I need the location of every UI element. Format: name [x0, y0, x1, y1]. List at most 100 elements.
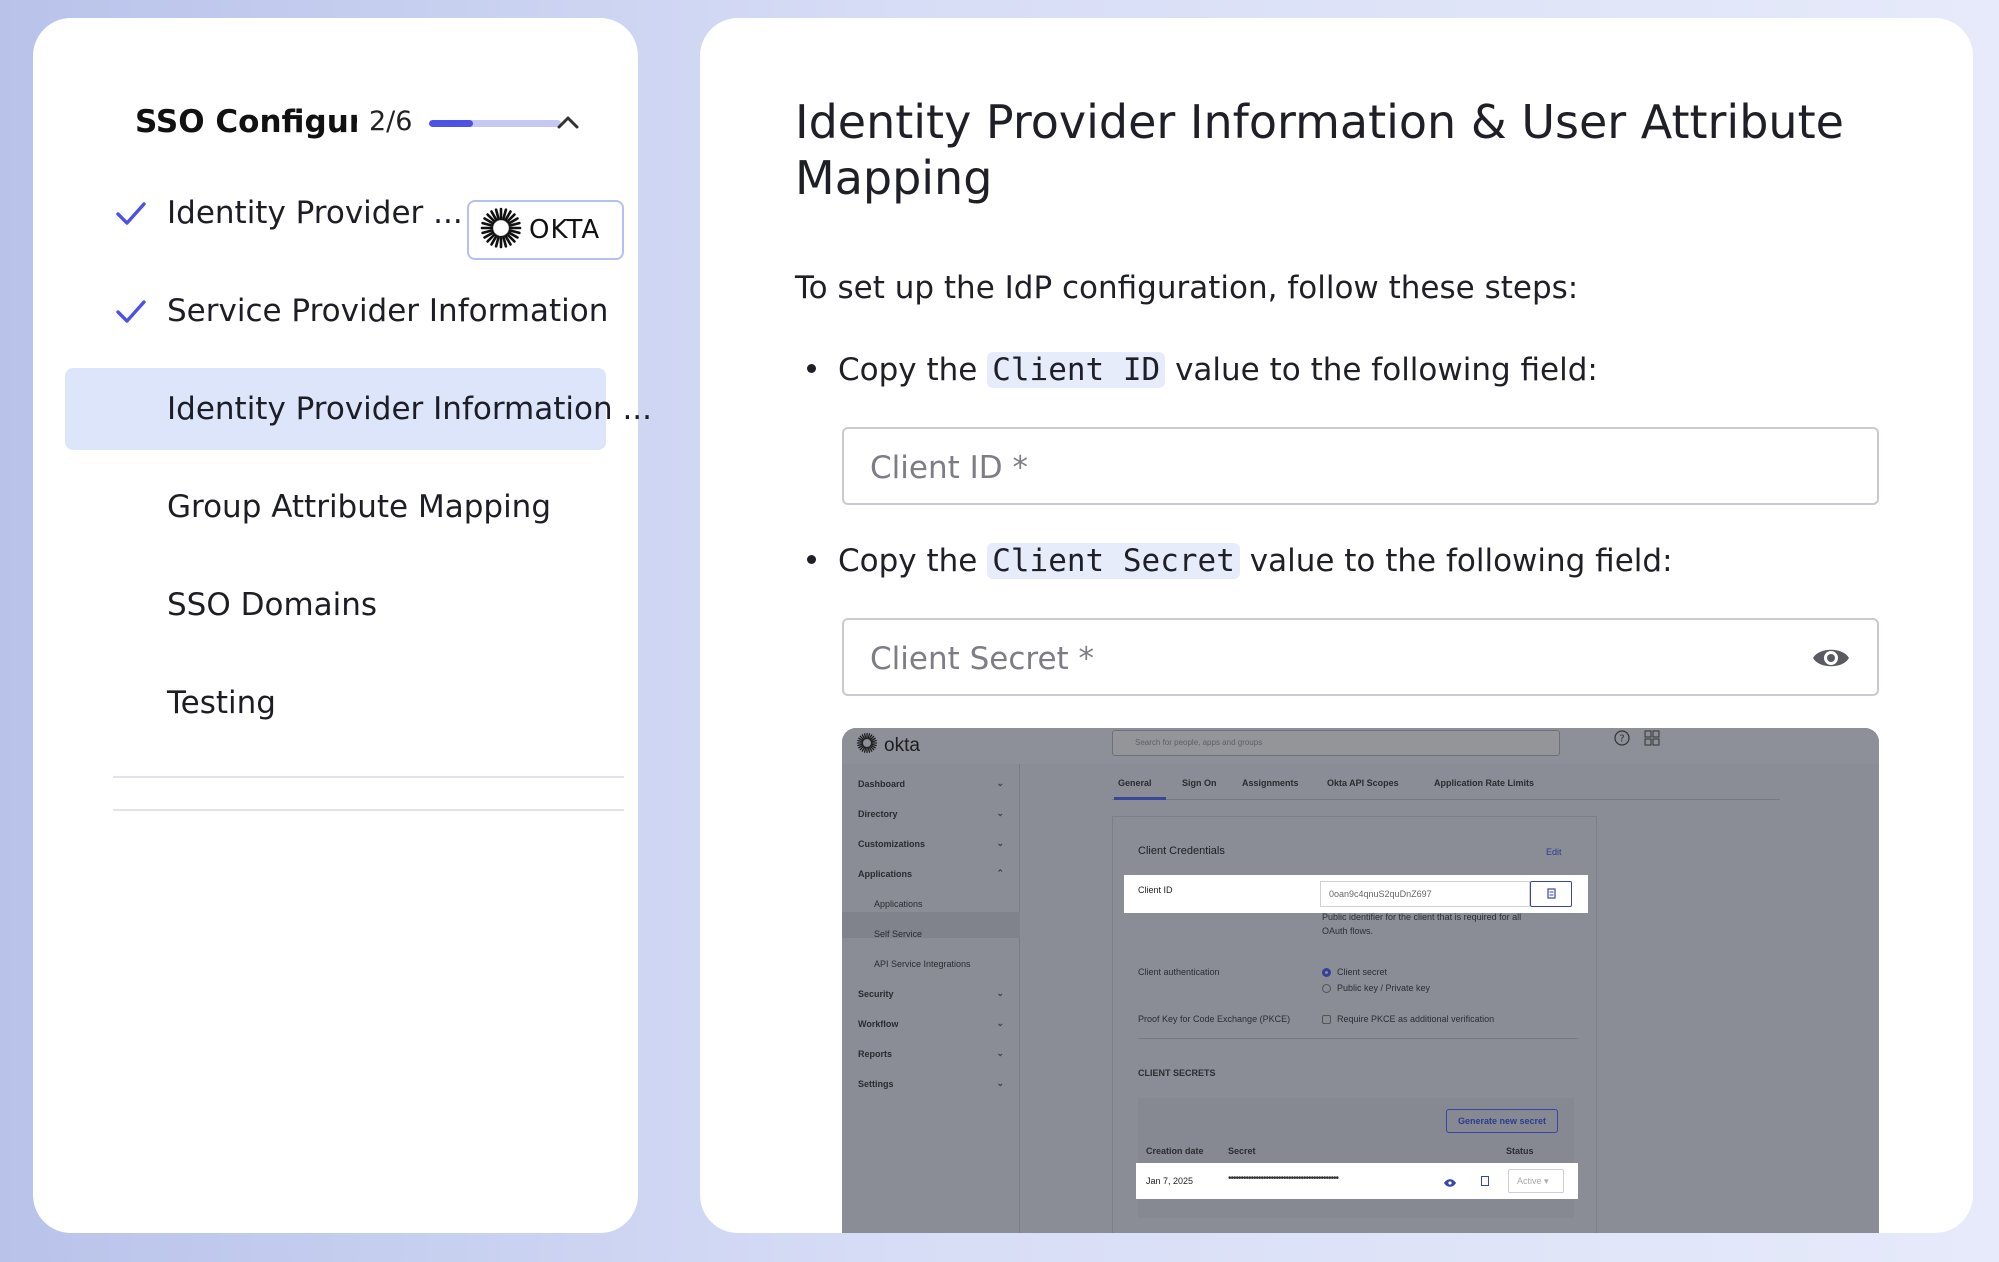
- okta-topbar: okta Search for people, apps and groups …: [842, 728, 1879, 764]
- okta-nav-item: Directory ⌄: [858, 808, 1004, 819]
- okta-logo-text: okta: [884, 734, 920, 756]
- okta-subnav-item: Applications: [874, 899, 923, 909]
- collapse-chevron-up-icon[interactable]: [552, 106, 584, 138]
- okta-tab: Okta API Scopes: [1327, 778, 1399, 788]
- page-title: Identity Provider Information & User Att…: [795, 95, 1844, 205]
- step-content-panel: Identity Provider Information & User Att…: [700, 18, 1973, 1233]
- step-label: Identity Provider ...: [167, 195, 463, 231]
- step-group-attribute-mapping[interactable]: Group Attribute Mapping: [65, 466, 606, 548]
- step-sso-domains[interactable]: SSO Domains: [65, 564, 606, 646]
- sso-config-sidebar: SSO Configuration 2/6 Identity Provider …: [33, 18, 652, 1233]
- okta-tab: Application Rate Limits: [1434, 778, 1535, 788]
- okta-search-input: Search for people, apps and groups: [1112, 730, 1560, 756]
- okta-subnav-item: Self Service: [874, 929, 923, 939]
- okta-tabs: General Sign On Assignments Okta API Sco…: [1112, 778, 1780, 800]
- radio-icon: [1322, 984, 1331, 994]
- instructions-intro: To set up the IdP configuration, follow …: [795, 270, 1579, 306]
- divider: [113, 776, 624, 778]
- instruction-bullet-client-secret: Copy the Client Secret value to the foll…: [807, 543, 1673, 579]
- copy-icon: [1530, 881, 1572, 907]
- okta-active-tab-underline: [1114, 797, 1166, 800]
- step-label: Testing: [167, 685, 276, 721]
- client-secret-field[interactable]: Client Secret *: [842, 618, 1879, 696]
- okta-col-date: Creation date: [1146, 1146, 1204, 1156]
- check-icon: [115, 297, 147, 325]
- eye-icon: [1444, 1175, 1456, 1187]
- progress-bar-fill: [429, 120, 473, 127]
- okta-tab: Sign On: [1182, 778, 1217, 788]
- okta-edit-link: Edit: [1546, 847, 1562, 857]
- step-label: Service Provider Information: [167, 293, 609, 329]
- okta-tab: Assignments: [1242, 778, 1299, 788]
- client-id-placeholder: Client ID *: [870, 450, 1028, 486]
- okta-sunburst-icon: [479, 206, 523, 254]
- sidebar-header: SSO Configuration 2/6: [33, 96, 638, 152]
- code-client-id: Client ID: [987, 352, 1166, 388]
- okta-nav-item: Settings ⌄: [858, 1078, 1004, 1089]
- code-client-secret: Client Secret: [987, 543, 1240, 579]
- okta-secret-row: Jan 7, 2025 ••••••••••••••••••••••••••••…: [1136, 1163, 1578, 1199]
- step-label: Group Attribute Mapping: [167, 489, 552, 525]
- okta-client-id-row: Client ID 0oan9c4qnuS2quDnZ697: [1124, 875, 1588, 913]
- okta-pkce-label: Proof Key for Code Exchange (PKCE): [1138, 1014, 1291, 1024]
- okta-secrets-heading: CLIENT SECRETS: [1138, 1068, 1216, 1078]
- checkbox-icon: [1322, 1015, 1331, 1025]
- svg-text:?: ?: [1619, 734, 1624, 745]
- progress-bar: [429, 120, 561, 127]
- provider-badge-label: OKTA: [529, 215, 601, 245]
- client-secret-placeholder: Client Secret *: [870, 641, 1095, 677]
- step-testing[interactable]: Testing: [65, 662, 606, 744]
- okta-card-title: Client Credentials: [1138, 845, 1225, 857]
- bullet-dot: [807, 555, 816, 564]
- progress-count: 2/6: [369, 106, 413, 137]
- divider: [113, 809, 624, 811]
- step-service-provider-information[interactable]: Service Provider Information: [65, 270, 609, 352]
- okta-subnav-item: API Service Integrations: [874, 959, 971, 969]
- okta-nav-item: Reports ⌄: [858, 1048, 1004, 1059]
- okta-client-auth-opt1: Client secret: [1322, 967, 1387, 978]
- copy-icon: [1480, 1174, 1490, 1186]
- okta-pkce-option: Require PKCE as additional verification: [1322, 1014, 1494, 1025]
- okta-admin-screenshot: okta Search for people, apps and groups …: [842, 728, 1879, 1233]
- radio-selected-icon: [1322, 968, 1331, 978]
- okta-nav-item: Security ⌄: [858, 988, 1004, 999]
- okta-sidebar: Dashboard ⌄ Directory ⌄ Customizations ⌄ Ap…: [842, 764, 1020, 1233]
- okta-sunburst-icon: [856, 732, 878, 759]
- okta-divider: [1138, 1038, 1578, 1039]
- bullet-dot: [807, 364, 816, 373]
- okta-subnav-active-bg: [842, 912, 1020, 938]
- instruction-bullet-client-id: Copy the Client ID value to the followin…: [807, 352, 1598, 388]
- okta-nav-item: Workflow ⌄: [858, 1018, 1004, 1029]
- step-label: SSO Domains: [167, 587, 378, 623]
- step-identity-provider-information[interactable]: Identity Provider Information ...: [65, 368, 652, 450]
- help-icon: ?: [1614, 730, 1630, 746]
- bullet-text-before: Copy the: [838, 543, 978, 579]
- show-secret-eye-icon[interactable]: [1811, 643, 1851, 673]
- client-id-field[interactable]: Client ID *: [842, 427, 1879, 505]
- okta-col-secret: Secret: [1228, 1146, 1256, 1156]
- okta-row-date: Jan 7, 2025: [1146, 1176, 1194, 1186]
- check-icon: [115, 199, 147, 227]
- bullet-text-after: value to the following field:: [1175, 352, 1598, 388]
- okta-row-secret: ••••••••••••••••••••••••••••••••••••••••…: [1228, 1173, 1339, 1184]
- okta-client-id-help2: OAuth flows.: [1322, 926, 1374, 936]
- okta-client-auth-label: Client authentication: [1138, 967, 1220, 977]
- okta-logo: okta: [856, 732, 920, 759]
- okta-client-id-label: Client ID: [1138, 885, 1173, 895]
- okta-client-id-help: Public identifier for the client that is…: [1322, 912, 1522, 922]
- okta-client-id-value: 0oan9c4qnuS2quDnZ697: [1320, 881, 1530, 907]
- bullet-text-after: value to the following field:: [1249, 543, 1673, 579]
- okta-row-status: Active ▾: [1508, 1169, 1564, 1193]
- okta-tab: General: [1118, 778, 1152, 788]
- okta-nav-item: Customizations ⌄: [858, 838, 1004, 849]
- okta-col-status: Status: [1506, 1146, 1534, 1156]
- okta-generate-secret-button: Generate new secret: [1446, 1109, 1558, 1133]
- okta-nav-item: Applications ⌃: [858, 868, 1004, 879]
- okta-provider-badge: OKTA: [467, 200, 624, 260]
- sidebar-title: SSO Configuration: [135, 104, 357, 140]
- okta-nav-item: Dashboard ⌄: [858, 778, 1004, 789]
- bullet-text-before: Copy the: [838, 352, 978, 388]
- app-grid-icon: [1644, 730, 1660, 746]
- okta-client-auth-opt2: Public key / Private key: [1322, 983, 1430, 994]
- step-label: Identity Provider Information ...: [167, 391, 653, 427]
